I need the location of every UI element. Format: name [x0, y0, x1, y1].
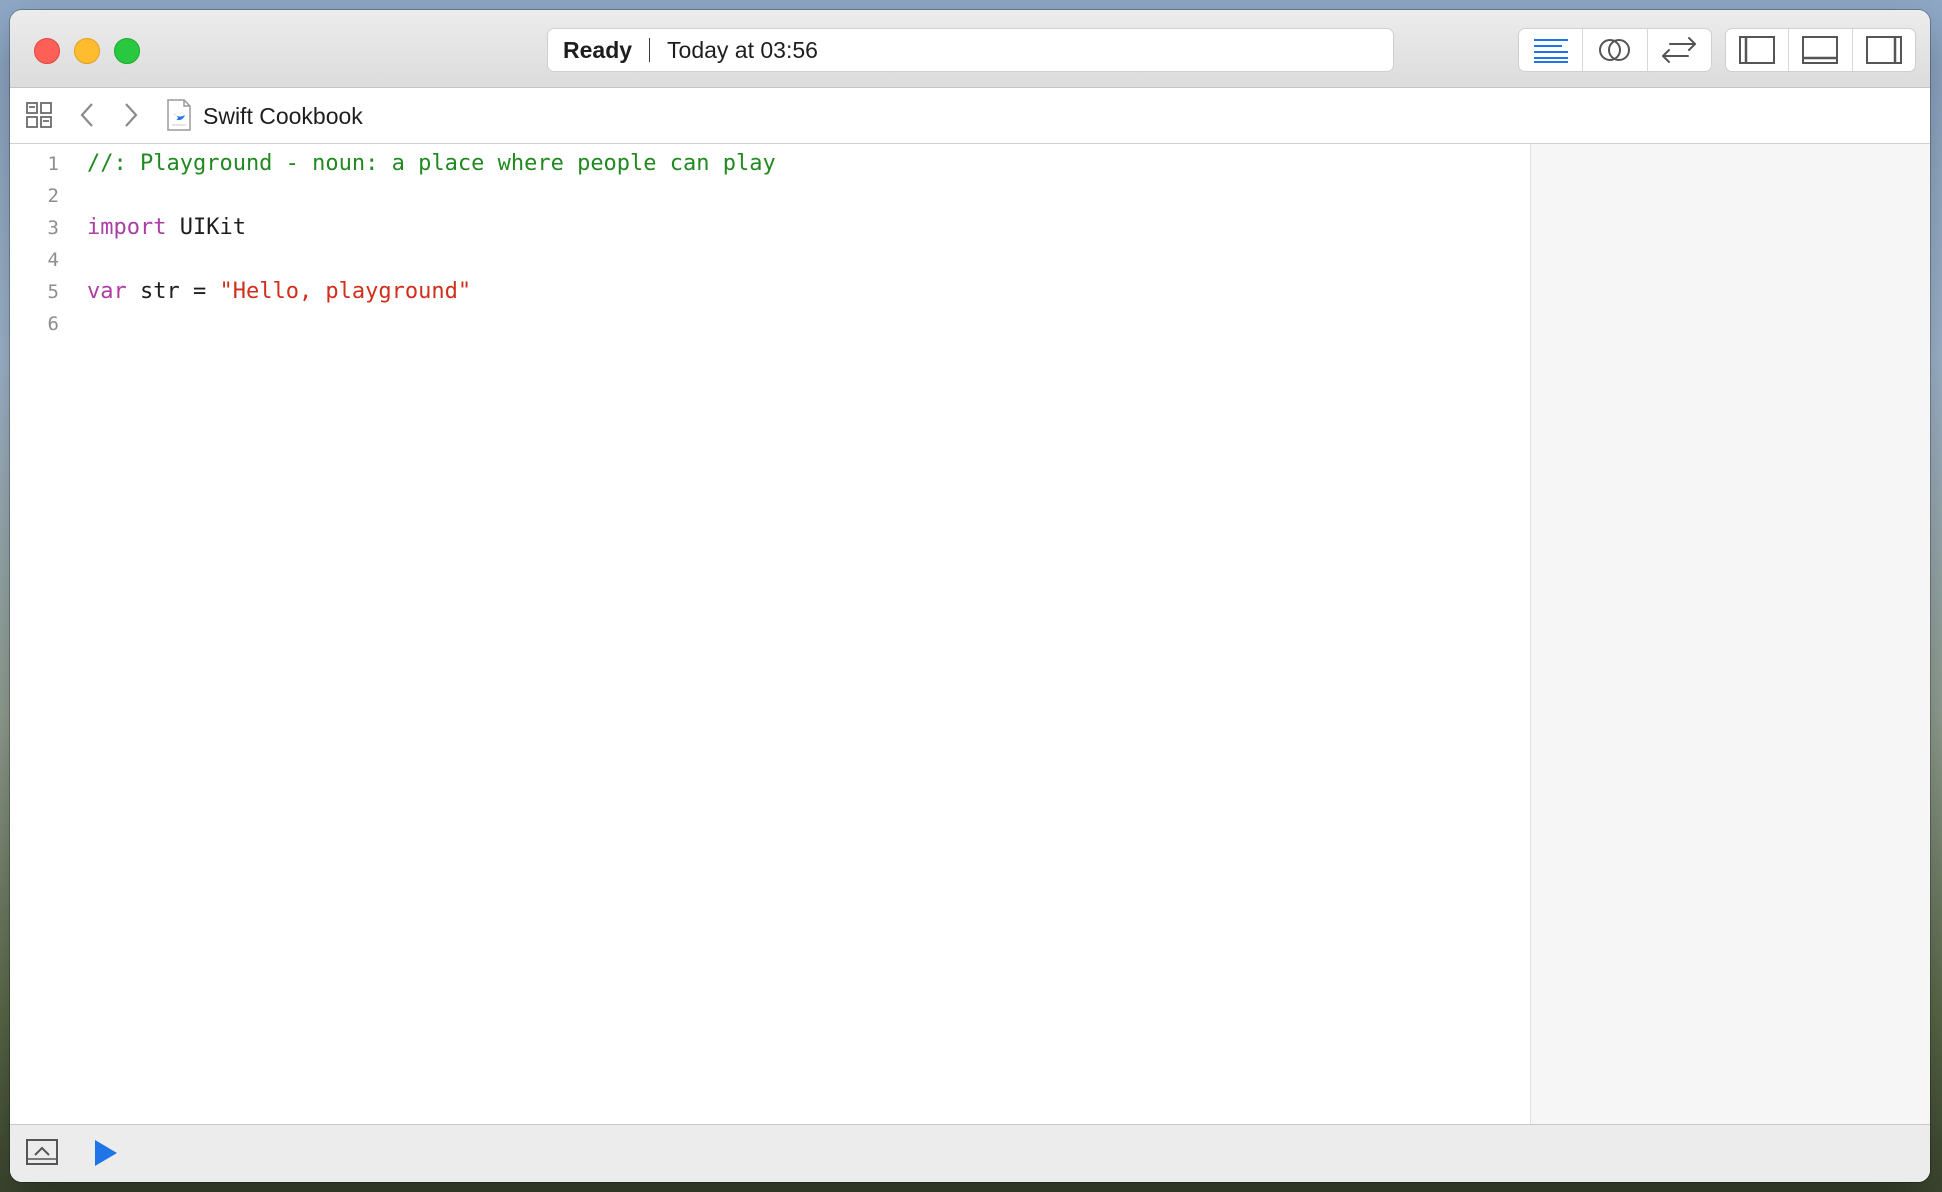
title-bar: Ready Today at 03:56	[10, 10, 1930, 88]
play-icon	[95, 1140, 117, 1166]
assistant-editor-icon	[1598, 39, 1630, 61]
source-editor[interactable]: 1 //: Playground - noun: a place where pe…	[10, 144, 1530, 1124]
version-editor-button[interactable]	[1648, 29, 1711, 71]
navigate-back-button[interactable]	[72, 100, 102, 130]
debug-bar	[10, 1124, 1930, 1182]
view-toggle-control	[1725, 28, 1916, 72]
version-editor-icon	[1662, 37, 1697, 63]
show-debug-area-button[interactable]	[26, 1139, 58, 1170]
chevron-right-icon	[125, 103, 138, 127]
code-line[interactable]: 4	[10, 244, 1530, 276]
jump-bar-file-name[interactable]: Swift Cookbook	[203, 103, 363, 130]
code-token-kw: import	[87, 215, 167, 240]
code-token-kw: var	[87, 279, 127, 304]
chevron-left-icon	[80, 103, 93, 127]
activity-divider	[649, 38, 651, 62]
run-playground-button[interactable]	[92, 1138, 118, 1173]
line-number: 5	[47, 281, 59, 303]
related-items-button[interactable]	[24, 100, 54, 130]
code-token-plain: str =	[126, 279, 220, 304]
activity-viewer: Ready Today at 03:56	[547, 28, 1394, 72]
code-text: import UIKit	[87, 212, 246, 244]
inspector-toggle-button[interactable]	[1853, 29, 1915, 71]
navigate-forward-button[interactable]	[116, 100, 146, 130]
debug-area-toggle-icon	[1802, 36, 1839, 64]
build-timestamp: Today at 03:56	[667, 36, 818, 63]
minimize-window-button[interactable]	[74, 38, 100, 64]
close-window-button[interactable]	[34, 38, 60, 64]
code-line[interactable]: 3 import UIKit	[10, 212, 1530, 244]
code-line[interactable]: 5 var str = "Hello, playground"	[10, 276, 1530, 308]
code-line[interactable]: 6	[10, 308, 1530, 340]
debug-area-up-icon	[26, 1139, 58, 1165]
editor-mode-control	[1518, 28, 1712, 72]
navigator-toggle-icon	[1739, 36, 1776, 64]
code-token-comment: //: Playground - noun: a place where peo…	[87, 151, 776, 176]
build-status: Ready	[563, 36, 633, 63]
line-number: 6	[47, 313, 59, 335]
playground-window: Ready Today at 03:56 Swift Cookbook 1 //…	[10, 10, 1930, 1182]
line-number: 2	[47, 185, 59, 207]
code-token-plain: UIKit	[166, 215, 246, 240]
related-items-icon	[26, 102, 52, 128]
inspector-toggle-icon	[1865, 36, 1902, 64]
navigator-toggle-button[interactable]	[1726, 29, 1790, 71]
debug-area-toggle-button[interactable]	[1789, 29, 1853, 71]
jump-bar: Swift Cookbook	[10, 88, 1930, 144]
playground-file-icon	[164, 99, 194, 131]
standard-editor-button[interactable]	[1519, 29, 1584, 71]
line-number: 3	[47, 217, 59, 239]
line-number: 1	[47, 153, 59, 175]
standard-editor-icon	[1533, 39, 1568, 63]
code-token-str: "Hello, playground"	[219, 279, 472, 304]
results-sidebar	[1530, 144, 1930, 1124]
assistant-editor-button[interactable]	[1583, 29, 1648, 71]
code-text: //: Playground - noun: a place where peo…	[87, 148, 776, 180]
zoom-window-button[interactable]	[114, 38, 140, 64]
code-line[interactable]: 2	[10, 180, 1530, 212]
code-line[interactable]: 1 //: Playground - noun: a place where pe…	[10, 148, 1530, 180]
line-number: 4	[47, 249, 59, 271]
code-text: var str = "Hello, playground"	[87, 276, 471, 308]
